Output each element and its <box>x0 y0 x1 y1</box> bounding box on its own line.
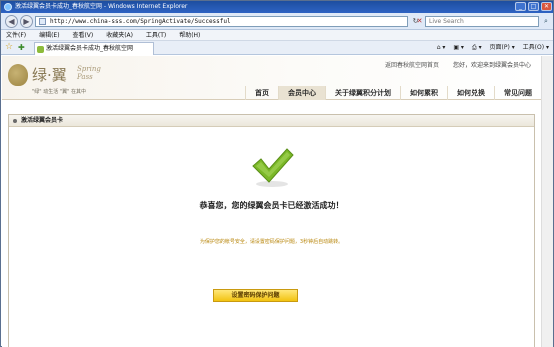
search-input[interactable] <box>429 17 519 26</box>
menu-file[interactable]: 文件(F) <box>6 32 26 39</box>
welcome-text: 您好，欢迎来到绿翼会员中心 <box>452 62 531 69</box>
print-button[interactable]: ⎙ ▾ <box>472 44 482 51</box>
ie-logo-icon <box>4 3 12 11</box>
menu-help[interactable]: 帮助(H) <box>179 32 200 39</box>
success-message: 恭喜您，您的绿翼会员卡已经激活成功！ <box>199 201 344 210</box>
nav-member-center[interactable]: 会员中心 <box>278 86 325 100</box>
menu-favorites[interactable]: 收藏夹(A) <box>106 32 133 39</box>
tools-menu-button[interactable]: 工具(O) ▾ <box>523 44 549 51</box>
browser-window: 激活绿翼会员卡成功_春秋航空网 - Windows Internet Explo… <box>0 0 554 347</box>
panel-header: 激活绿翼会员卡 <box>9 115 534 127</box>
close-button[interactable]: ✕ <box>541 2 552 11</box>
minimize-button[interactable]: _ <box>515 2 526 11</box>
success-check-icon <box>252 148 294 187</box>
vertical-scrollbar[interactable] <box>541 56 553 347</box>
magnifier-icon[interactable]: ⌕ <box>541 17 551 26</box>
nav-redeem[interactable]: 如何兑换 <box>447 86 494 100</box>
menu-edit[interactable]: 编辑(E) <box>39 32 59 39</box>
forward-button[interactable]: ▶ <box>20 15 33 28</box>
menu-tools[interactable]: 工具(T) <box>146 32 166 39</box>
site-header: 绿·翼 Spring Pass "绿" 动生活 "翼" 在其中 返回春秋航空网首… <box>2 56 541 100</box>
address-field[interactable]: http://www.china-sss.com/SpringActivate/… <box>35 16 408 27</box>
logo-emblem-icon <box>8 64 28 86</box>
stop-button[interactable]: ✕ <box>415 17 424 26</box>
back-button[interactable]: ◀ <box>5 15 18 28</box>
command-bar: ⌂ ▾ ▣ ▾ ⎙ ▾ 页面(P) ▾ 工具(O) ▾ <box>431 41 549 55</box>
title-bar: 激活绿翼会员卡成功_春秋航空网 - Windows Internet Explo… <box>1 1 553 13</box>
window-title: 激活绿翼会员卡成功_春秋航空网 - Windows Internet Explo… <box>15 3 188 10</box>
nav-faq[interactable]: 常见问题 <box>494 86 541 100</box>
nav-about[interactable]: 关于绿翼积分计划 <box>325 86 400 100</box>
home-button[interactable]: ⌂ ▾ <box>437 44 446 51</box>
set-security-question-button[interactable]: 设置密码保护问题 <box>213 289 298 302</box>
search-box[interactable] <box>425 16 539 27</box>
favorites-star-icon[interactable]: ☆ <box>5 42 13 52</box>
bullet-icon <box>13 119 17 123</box>
tab-label: 激活绿翼会员卡成功_春秋航空网 <box>46 45 134 52</box>
site-favicon-icon <box>37 46 44 53</box>
logo-slogan: "绿" 动生活 "翼" 在其中 <box>32 89 86 95</box>
add-favorite-icon[interactable]: ✚ <box>18 43 25 52</box>
page-menu-button[interactable]: 页面(P) ▾ <box>490 44 515 51</box>
panel-title: 激活绿翼会员卡 <box>21 117 64 124</box>
home-link[interactable]: 返回春秋航空网首页 <box>385 62 439 69</box>
security-notice: 为保护您的帐号安全，请设置密码保护问题，3秒钟后自动跳转。 <box>199 239 344 245</box>
maximize-button[interactable]: □ <box>528 2 539 11</box>
logo-subtitle: Spring Pass <box>77 65 101 81</box>
menu-bar: 文件(F) 编辑(E) 查看(V) 收藏夹(A) 工具(T) 帮助(H) <box>1 30 553 41</box>
tab-bar: ☆ ✚ 激活绿翼会员卡成功_春秋航空网 ⌂ ▾ ▣ ▾ ⎙ ▾ 页面(P) ▾ … <box>1 41 553 55</box>
address-url: http://www.china-sss.com/SpringActivate/… <box>50 18 231 25</box>
menu-view[interactable]: 查看(V) <box>72 32 93 39</box>
main-nav: 首页 会员中心 关于绿翼积分计划 如何累积 如何兑换 常见问题 <box>245 86 541 100</box>
top-links: 返回春秋航空网首页 您好，欢迎来到绿翼会员中心 <box>385 60 531 69</box>
nav-accumulate[interactable]: 如何累积 <box>400 86 447 100</box>
tab-active[interactable]: 激活绿翼会员卡成功_春秋航空网 <box>34 42 154 55</box>
nav-home[interactable]: 首页 <box>245 86 278 100</box>
page-content: 绿·翼 Spring Pass "绿" 动生活 "翼" 在其中 返回春秋航空网首… <box>2 56 541 347</box>
page-icon <box>39 18 46 25</box>
feeds-button[interactable]: ▣ ▾ <box>453 44 464 51</box>
address-toolbar: ◀ ▶ http://www.china-sss.com/SpringActiv… <box>1 13 553 30</box>
logo-title: 绿·翼 <box>32 66 67 84</box>
